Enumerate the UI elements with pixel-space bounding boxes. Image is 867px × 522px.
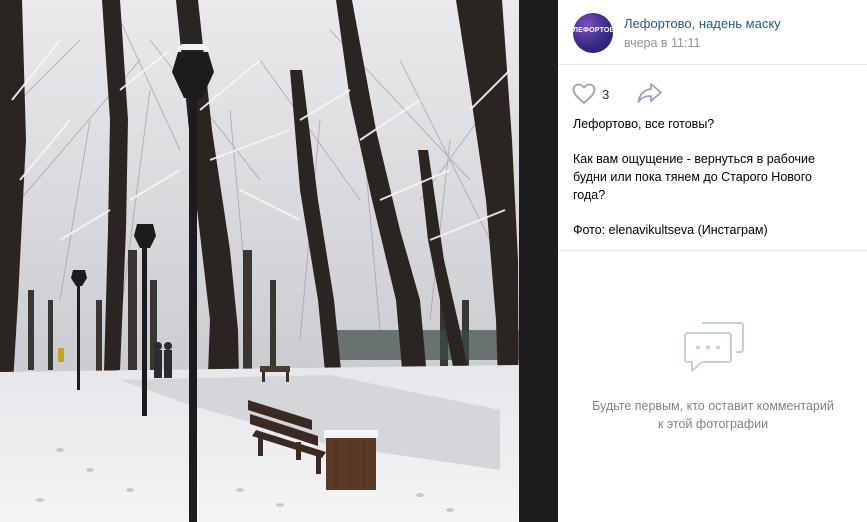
post-text-credit: Фото: elenavikultseva (Инстаграм) <box>573 223 768 237</box>
post-text-line1: Лефортово, все готовы? <box>573 117 715 131</box>
viewer-background <box>519 0 558 522</box>
group-name-link[interactable]: Лефортово, надень маску <box>624 16 781 31</box>
post-text-line2: Как вам ощущение - вернуться в рабочие б… <box>573 152 815 202</box>
like-count: 3 <box>602 87 610 102</box>
post-panel: ЛЕФОРТОВО Лефортово, надень маску вчера … <box>558 0 867 522</box>
post-actions: 3 <box>558 72 867 112</box>
share-button[interactable] <box>637 82 665 108</box>
post-text: Лефортово, все готовы? Как вам ощущение … <box>573 115 843 239</box>
post-timestamp[interactable]: вчера в 11:11 <box>624 36 700 50</box>
share-arrow-icon <box>637 83 662 103</box>
like-button[interactable]: 3 <box>572 82 622 108</box>
winter-park-image <box>0 0 519 522</box>
group-avatar[interactable]: ЛЕФОРТОВО <box>573 13 613 53</box>
comments-empty-state: Будьте первым, кто оставит комментарий к… <box>558 251 867 522</box>
avatar-label: ЛЕФОРТОВО <box>573 27 613 34</box>
heart-icon <box>572 83 596 104</box>
post-header: ЛЕФОРТОВО Лефортово, надень маску вчера … <box>558 0 867 65</box>
post-photo[interactable] <box>0 0 519 522</box>
comments-empty-text: Будьте первым, кто оставит комментарий к… <box>592 399 834 431</box>
comment-bubble-icon <box>684 322 744 372</box>
